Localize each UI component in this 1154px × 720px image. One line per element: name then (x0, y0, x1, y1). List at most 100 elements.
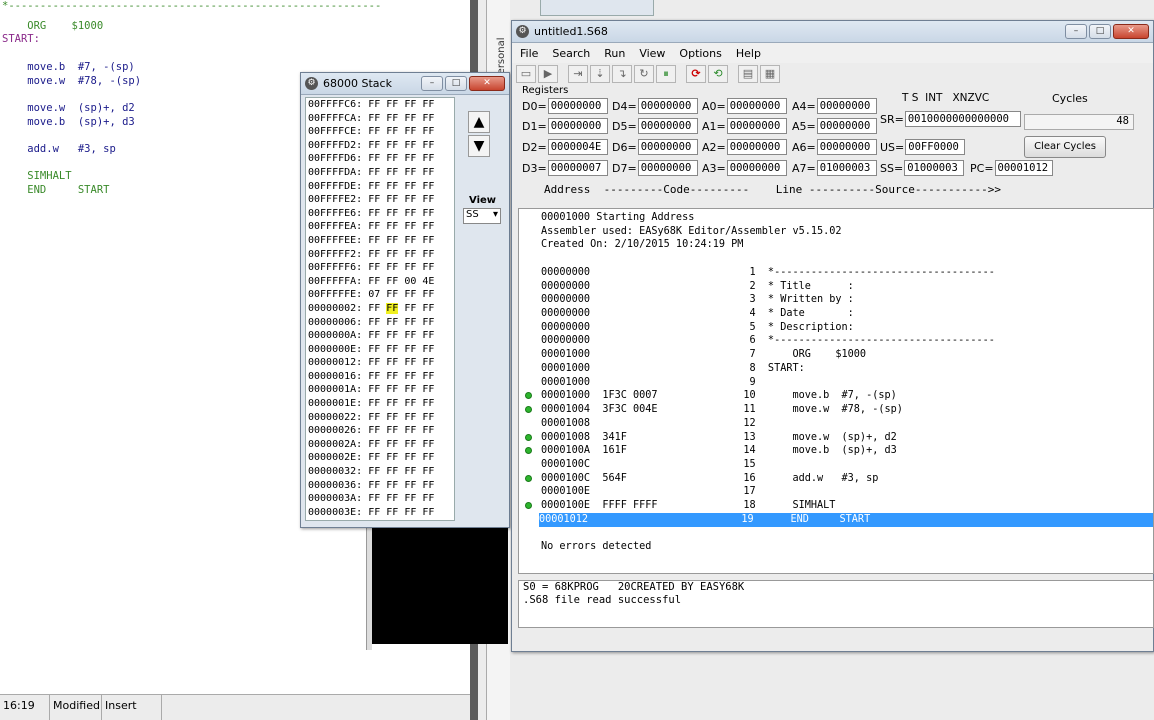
editor-line[interactable]: move.b (sp)+, d3 (2, 116, 134, 128)
reg-us[interactable]: 00FF0000 (905, 139, 966, 155)
listing-row[interactable]: 0000100C 15 (541, 458, 756, 472)
run-icon[interactable]: ▶ (538, 65, 558, 83)
listing-row[interactable]: 00001000 1F3C 0007 10 move.b #7, -(sp) (541, 389, 897, 403)
breakpoint-dot-icon[interactable] (525, 474, 532, 482)
reload-icon[interactable]: ⟲ (708, 65, 728, 83)
listing-row[interactable]: 00001000 9 (541, 376, 756, 390)
stack-row[interactable]: 00FFFFCE: FF FF FF FF (306, 125, 454, 139)
editor-line[interactable]: move.b #7, -(sp) (2, 61, 134, 73)
menu-help[interactable]: Help (736, 47, 761, 60)
editor-line[interactable]: START: (2, 33, 40, 45)
stack-row[interactable]: 00FFFFD6: FF FF FF FF (306, 152, 454, 166)
stack-row[interactable]: 00FFFFCA: FF FF FF FF (306, 112, 454, 126)
stack-row[interactable]: 0000001A: FF FF FF FF (306, 383, 454, 397)
listing-row[interactable]: 00000000 6 *----------------------------… (541, 334, 995, 348)
reg-d3[interactable]: 00000007 (547, 160, 608, 176)
reg-sr[interactable]: 0010000000000000 (904, 111, 1021, 127)
stack-row[interactable]: 00000032: FF FF FF FF (306, 465, 454, 479)
view-select[interactable]: SS (463, 208, 501, 224)
stack-row[interactable]: 0000002A: FF FF FF FF (306, 438, 454, 452)
listing-row[interactable]: 00001004 3F3C 004E 11 move.w #78, -(sp) (541, 403, 903, 417)
listing-row[interactable]: 00001008 12 (541, 417, 756, 431)
menu-view[interactable]: View (639, 47, 665, 60)
listing-row[interactable]: 00000000 2 * Title : (541, 280, 854, 294)
reg-a4[interactable]: 00000000 (816, 98, 877, 114)
reset-icon[interactable]: ⟳ (686, 65, 706, 83)
reg-d6[interactable]: 00000000 (637, 139, 698, 155)
reg-d2[interactable]: 0000004E (547, 139, 608, 155)
reg-d7[interactable]: 00000000 (637, 160, 698, 176)
reg-d1[interactable]: 00000000 (547, 118, 608, 134)
stack-row[interactable]: 00FFFFFA: FF FF 00 4E (306, 275, 454, 289)
stack-row[interactable]: 0000003E: FF FF FF FF (306, 506, 454, 520)
reg-a2[interactable]: 00000000 (726, 139, 787, 155)
reg-a7[interactable]: 01000003 (816, 160, 877, 176)
stack-row[interactable]: 00FFFFDE: FF FF FF FF (306, 180, 454, 194)
auto-trace-icon[interactable]: ↻ (634, 65, 654, 83)
stack-window[interactable]: ⚙ 68000 Stack – □ ✕ 00FFFFC6: FF FF FF F… (300, 72, 510, 528)
listing-row[interactable]: Assembler used: EASy68K Editor/Assembler… (541, 225, 842, 239)
simulator-window[interactable]: ⚙ untitled1.S68 – □ ✕ File Search Run Vi… (511, 20, 1154, 652)
reg-a3[interactable]: 00000000 (726, 160, 787, 176)
scroll-up-button[interactable]: ▲ (468, 111, 490, 133)
reg-ss[interactable]: 01000003 (904, 160, 965, 176)
editor-line[interactable]: ORG $1000 (2, 20, 103, 32)
hardware-icon[interactable]: ▦ (760, 65, 780, 83)
editor-line[interactable]: *---------------------------------------… (2, 0, 381, 12)
listing-row[interactable]: 00001000 8 START: (541, 362, 805, 376)
close-button[interactable]: ✕ (469, 76, 505, 91)
stack-row[interactable]: 0000001E: FF FF FF FF (306, 397, 454, 411)
stack-row[interactable]: 0000000E: FF FF FF FF (306, 343, 454, 357)
background-tab[interactable] (540, 0, 654, 16)
open-icon[interactable]: ▭ (516, 65, 536, 83)
listing-row[interactable]: 00001000 Starting Address (541, 211, 694, 225)
scroll-down-button[interactable]: ▼ (468, 135, 490, 157)
stack-row[interactable]: 00FFFFF2: FF FF FF FF (306, 248, 454, 262)
reg-d4[interactable]: 00000000 (637, 98, 698, 114)
breakpoint-dot-icon[interactable] (525, 433, 532, 441)
reg-a5[interactable]: 00000000 (816, 118, 877, 134)
stack-titlebar[interactable]: ⚙ 68000 Stack – □ ✕ (301, 73, 509, 95)
close-button[interactable]: ✕ (1113, 24, 1149, 39)
main-titlebar[interactable]: ⚙ untitled1.S68 – □ ✕ (512, 21, 1153, 43)
editor-line[interactable]: add.w #3, sp (2, 143, 116, 155)
minimize-button[interactable]: – (421, 76, 443, 91)
stack-row[interactable]: 00000006: FF FF FF FF (306, 316, 454, 330)
stack-row[interactable]: 0000002E: FF FF FF FF (306, 451, 454, 465)
pause-icon[interactable]: ⏸ (656, 65, 676, 83)
maximize-button[interactable]: □ (445, 76, 467, 91)
stack-row[interactable]: 00FFFFEE: FF FF FF FF (306, 234, 454, 248)
trace-into-icon[interactable]: ⇣ (590, 65, 610, 83)
listing-row[interactable]: 0000100C 564F 16 add.w #3, sp (541, 472, 878, 486)
listing-row[interactable]: 00001008 341F 13 move.w (sp)+, d2 (541, 431, 897, 445)
listing-view[interactable]: 00001000 Starting Address Assembler used:… (518, 208, 1154, 574)
reg-a6[interactable]: 00000000 (816, 139, 877, 155)
stack-row[interactable]: 00FFFFC6: FF FF FF FF (306, 98, 454, 112)
stack-row[interactable]: 00000016: FF FF FF FF (306, 370, 454, 384)
stack-row[interactable]: 00000022: FF FF FF FF (306, 411, 454, 425)
personal-tab-label[interactable]: Personal (496, 20, 510, 80)
listing-row[interactable]: No errors detected (541, 540, 651, 554)
stack-row[interactable]: 00FFFFF6: FF FF FF FF (306, 261, 454, 275)
listing-row[interactable]: 00000000 5 * Description: (541, 321, 854, 335)
listing-row[interactable]: 0000100E 17 (541, 485, 756, 499)
listing-row[interactable]: 00001000 7 ORG $1000 (541, 348, 866, 362)
editor-line[interactable]: END START (2, 184, 109, 196)
menu-options[interactable]: Options (679, 47, 721, 60)
listing-row[interactable]: 00000000 4 * Date : (541, 307, 854, 321)
editor-line[interactable]: SIMHALT (2, 170, 71, 182)
step-over-icon[interactable]: ⇥ (568, 65, 588, 83)
listing-row[interactable]: 00000000 3 * Written by : (541, 293, 854, 307)
stack-row[interactable]: 00000036: FF FF FF FF (306, 479, 454, 493)
reg-pc[interactable]: 00001012 (994, 160, 1053, 176)
stack-row[interactable]: 00FFFFD2: FF FF FF FF (306, 139, 454, 153)
stack-row[interactable]: 00FFFFFE: 07 FF FF FF (306, 288, 454, 302)
minimize-button[interactable]: – (1065, 24, 1087, 39)
run-to-cursor-icon[interactable]: ↴ (612, 65, 632, 83)
stack-row[interactable]: 00000002: FF FF FF FF (306, 302, 454, 316)
listing-row[interactable]: Created On: 2/10/2015 10:24:19 PM (541, 238, 743, 252)
listing-row[interactable]: 00000000 1 *----------------------------… (541, 266, 995, 280)
log-icon[interactable]: ▤ (738, 65, 758, 83)
menu-search[interactable]: Search (552, 47, 590, 60)
maximize-button[interactable]: □ (1089, 24, 1111, 39)
